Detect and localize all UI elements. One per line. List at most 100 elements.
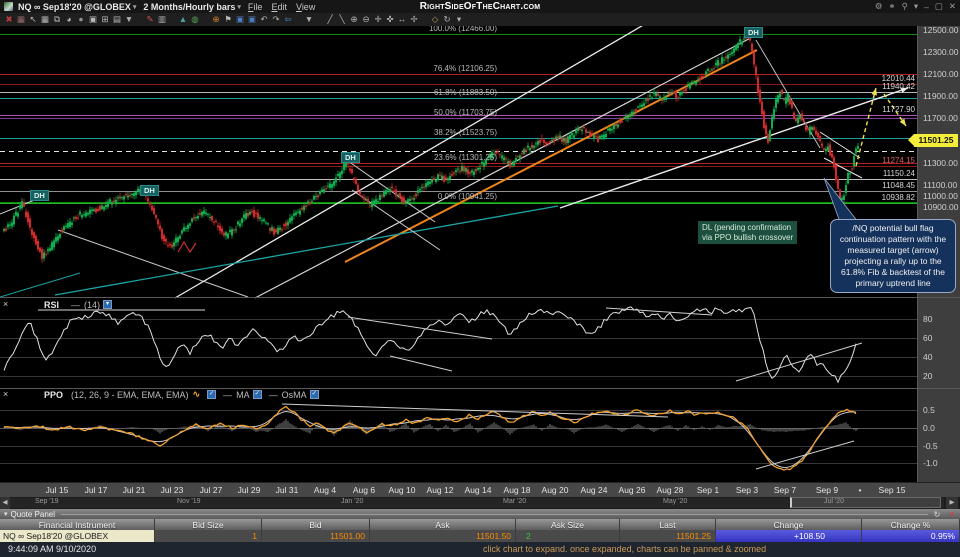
quote-cell-change-[interactable]: 0.95% [862, 530, 960, 542]
axis-tick-label: 0.5 [923, 405, 935, 415]
chart-style-icon[interactable]: ▦ [15, 13, 27, 26]
ray-tool-icon[interactable]: ╲ [336, 13, 348, 26]
axis-tick-label: 12500.00 [923, 25, 959, 35]
pin-caret-icon[interactable]: ▾ [914, 1, 918, 12]
minimize-icon[interactable]: – [924, 2, 929, 12]
redo-icon[interactable]: ↷ [270, 13, 282, 26]
callout-line: 61.8% Fib & backtest of the [841, 267, 945, 277]
quote-cell-ask[interactable]: 11501.50 [370, 530, 516, 542]
quote-col-header[interactable]: Bid Size [155, 519, 262, 530]
crosshair2-icon[interactable]: ✜ [384, 13, 396, 26]
menu-view[interactable]: View [296, 2, 315, 12]
quote-refresh-icon[interactable]: ↻ [934, 510, 941, 519]
clear-icon[interactable]: ✖ [3, 13, 15, 26]
clock-timestamp: 9:44:09 AM 9/10/2020 [8, 544, 97, 554]
shapes-icon[interactable]: ◇ [429, 13, 441, 26]
cursor-icon[interactable]: ↖ [27, 13, 39, 26]
quote-cell-change[interactable]: +108.50 [716, 530, 862, 542]
dl-annotation[interactable]: DL (pending confirmation via PPO bullish … [698, 221, 798, 244]
quote-close-icon[interactable]: ✕ [948, 510, 955, 519]
trendline-tool-icon[interactable]: ╱ [324, 13, 336, 26]
ppo-checkbox[interactable]: ✓ [207, 390, 217, 399]
dh-tag[interactable]: DH [140, 185, 159, 196]
scroll-right-button[interactable]: ▶ [946, 497, 958, 509]
symbol-selector[interactable]: NQ ∞ Sep18'20 @GLOBEX [18, 2, 131, 12]
quote-collapse-icon[interactable]: ▾ [4, 510, 8, 518]
note2-icon[interactable]: ▣ [246, 13, 258, 26]
ppo-close-button[interactable]: × [3, 389, 8, 399]
style-dropdown-icon[interactable]: ▼ [123, 13, 135, 26]
dh-tag[interactable]: DH [30, 190, 49, 201]
pan-icon[interactable]: ↔ [396, 13, 408, 26]
callout-line: /NQ potential bull flag [852, 223, 934, 233]
quote-col-header[interactable]: Bid [262, 519, 370, 530]
crosshair-icon[interactable]: ✛ [372, 13, 384, 26]
more-caret-icon[interactable]: ▾ [453, 13, 465, 26]
rsi-close-button[interactable]: × [3, 299, 8, 309]
scrollbar-thumb[interactable] [790, 497, 941, 508]
duplicate-icon[interactable]: ⧉ [51, 13, 63, 26]
time-axis[interactable]: Jul 15 Jul 17 Jul 21 Jul 23 Jul 27 Jul 29 Jul … [0, 482, 960, 497]
quote-col-header[interactable]: Ask [370, 519, 516, 530]
tool-dropdown-icon[interactable]: ▼ [303, 13, 315, 26]
globe-icon[interactable]: ◍ [189, 13, 201, 26]
quote-col-header[interactable]: Financial Instrument [0, 519, 155, 530]
restore-icon[interactable]: ▢ [935, 1, 943, 12]
bull-flag-callout[interactable]: /NQ potential bull flag continuation patt… [830, 219, 956, 293]
chart-scrollbar[interactable]: ◀ Sep '19 Nov '19 Jan '20 Mar '20 May '20 Jul… [0, 497, 960, 509]
scroll-date-label: Jul '20 [824, 498, 845, 505]
volume-bars-icon[interactable]: ▥ [156, 13, 168, 26]
quote-col-header[interactable]: Change % [862, 519, 960, 530]
panel-divider[interactable] [0, 297, 960, 298]
date-label: Sep 15 [878, 485, 906, 495]
frames-icon[interactable]: ⊞ [99, 13, 111, 26]
measure-icon[interactable]: ✢ [408, 13, 420, 26]
date-label: Sep 9 [815, 485, 839, 495]
back-icon[interactable]: ⇦ [282, 13, 294, 26]
close-icon[interactable]: ✕ [949, 1, 956, 12]
grid-layout-icon[interactable]: ▦ [39, 13, 51, 26]
ma-checkbox[interactable]: ✓ [252, 390, 262, 399]
quote-cell-financial-instrument[interactable]: NQ ∞ Sep18'20 @GLOBEX [0, 530, 155, 542]
date-label: Aug 28 [656, 485, 684, 495]
zoom-out-icon[interactable]: ⊖ [360, 13, 372, 26]
quote-cell-bid[interactable]: 11501.00 [262, 530, 370, 542]
rsi-settings-icon[interactable]: ▾ [103, 300, 113, 309]
draw-pencil-icon[interactable]: ✎ [144, 13, 156, 26]
date-label: Sep 3 [735, 485, 759, 495]
pin-icon[interactable]: ⚲ [902, 1, 908, 12]
rsi-params: (14) [84, 299, 101, 310]
sphere-icon[interactable]: ● [75, 13, 87, 26]
osma-checkbox[interactable]: ✓ [309, 390, 319, 399]
note-icon[interactable]: ▣ [234, 13, 246, 26]
flag-tool-icon[interactable]: ⚑ [222, 13, 234, 26]
timeframe-caret-icon[interactable]: ▾ [237, 3, 241, 11]
target-icon[interactable]: ⊕ [210, 13, 222, 26]
quote-cell-last[interactable]: 11501.25 [620, 530, 716, 542]
timeframe-selector[interactable]: 2 Months/Hourly bars [143, 2, 235, 12]
mountain-icon[interactable]: ▲ [177, 13, 189, 26]
quote-cell-ask-size[interactable]: 2 [516, 530, 620, 542]
quote-col-header[interactable]: Ask Size [516, 519, 620, 530]
fib-level-label: 38.2% (11523.75) [433, 128, 497, 137]
zoom-in-icon[interactable]: ⊕ [348, 13, 360, 26]
image-icon[interactable]: ▣ [87, 13, 99, 26]
pie-icon[interactable]: ◕ [63, 13, 75, 26]
quote-data-row[interactable]: NQ ∞ Sep18'20 @GLOBEX 1 11501.00 11501.50 2 1… [0, 530, 960, 542]
menu-file[interactable]: File [248, 2, 263, 12]
ma-line-sample: — [223, 389, 233, 400]
quote-cell-bid-size[interactable]: 1 [155, 530, 262, 542]
dh-tag[interactable]: DH [744, 27, 763, 38]
settings-gear-icon[interactable]: ⚙ [875, 1, 883, 12]
panels-icon[interactable]: ▤ [111, 13, 123, 26]
quote-col-header[interactable]: Last [620, 519, 716, 530]
divider [61, 513, 928, 515]
undo-icon[interactable]: ↶ [258, 13, 270, 26]
menu-edit[interactable]: Edit [271, 2, 287, 12]
quote-col-header[interactable]: Change [716, 519, 862, 530]
dh-tag[interactable]: DH [341, 152, 360, 163]
symbol-caret-icon[interactable]: ▾ [133, 3, 137, 11]
refresh-tool-icon[interactable]: ↻ [441, 13, 453, 26]
scroll-left-button[interactable]: ◀ [0, 497, 10, 509]
link-icon[interactable]: ⚭ [888, 1, 895, 12]
